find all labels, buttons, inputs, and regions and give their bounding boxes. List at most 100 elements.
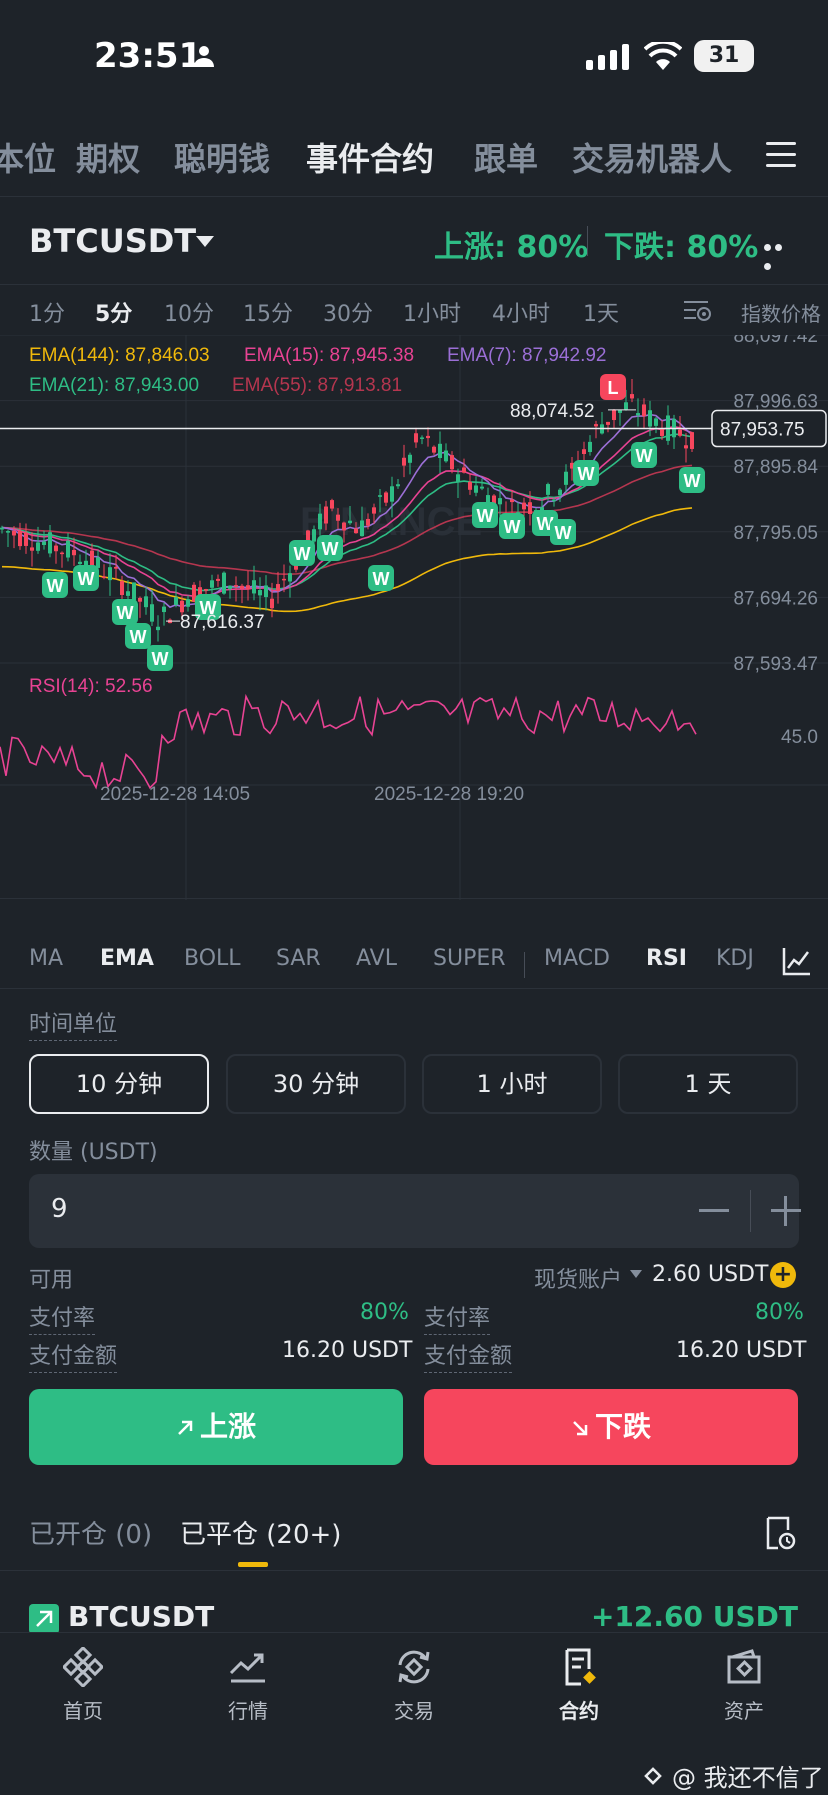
quantity-input[interactable]: 9 (29, 1174, 801, 1248)
ema-legend-label: EMA(144): 87,846.03 (29, 345, 210, 366)
bottom-nav-contracts[interactable]: 合约 (519, 1647, 639, 1724)
buy-down-button[interactable]: 下跌 (424, 1389, 798, 1465)
trade-marker-label: W (322, 539, 339, 559)
bottom-nav-assets[interactable]: 资产 (684, 1647, 804, 1724)
indicator-boll[interactable]: BOLL (184, 946, 241, 971)
candle-body (444, 450, 448, 462)
chart-labels: 87,953.75 88,097.42 87,996.63 87,895.84 87,7… (0, 335, 827, 805)
candle-body (138, 597, 142, 602)
candle-body (606, 421, 610, 425)
tab-open-positions[interactable]: 已开仓 (0) (29, 1514, 152, 1551)
candle-body (618, 410, 622, 413)
candle-body (24, 532, 28, 546)
author-watermark: @ 我还不信了 (672, 1764, 824, 1792)
trade-marker-label: W (294, 544, 311, 564)
interval-1m[interactable]: 1分 (29, 296, 65, 328)
chart-bottom-divider (0, 898, 828, 899)
trade-marker-label: W (504, 517, 521, 537)
candle-body (522, 502, 526, 510)
index-price-toggle[interactable]: 指数价格 (741, 298, 821, 327)
candle-body (624, 402, 628, 410)
tab-closed-positions[interactable]: 已平仓 (20+) (180, 1514, 341, 1551)
left-amount-label: 支付金额 (29, 1338, 118, 1373)
tab-smart-money[interactable]: 聪明钱 (174, 134, 270, 180)
trend-chart-icon (229, 1653, 265, 1683)
tab-coin-margined[interactable]: 本位 (0, 134, 56, 180)
indicator-kdj[interactable]: KDJ (716, 946, 754, 971)
quantity-value[interactable]: 9 (51, 1194, 68, 1224)
tab-options[interactable]: 期权 (76, 134, 140, 180)
candle-body (450, 455, 454, 470)
trade-marker-label: W (477, 506, 494, 526)
time-option-1h[interactable]: 1 小时 (422, 1054, 602, 1114)
tab-trading-bots[interactable]: 交易机器人 (572, 134, 732, 180)
candle-body (78, 561, 82, 565)
time-option-30m[interactable]: 30 分钟 (226, 1054, 406, 1114)
person-icon (194, 46, 214, 67)
exchange-icon (398, 1650, 430, 1684)
candle-body (48, 532, 52, 554)
candle-body (468, 481, 472, 490)
interval-1d[interactable]: 1天 (583, 296, 619, 328)
candle-body (264, 585, 268, 598)
caret-down-icon[interactable] (196, 236, 214, 247)
candle-body (330, 500, 334, 509)
tab-event-contracts[interactable]: 事件合约 (306, 134, 434, 180)
add-funds-icon[interactable]: + (770, 1262, 796, 1288)
indicator-ma[interactable]: MA (29, 946, 63, 971)
low-price-label: 87,616.37 (180, 612, 265, 633)
candle-body (252, 580, 256, 594)
price-chart[interactable]: BINANCE W WWWWWW WWWW W WWWWL 87,953.7588,09… (0, 335, 828, 900)
buy-up-button[interactable]: 上涨 (29, 1389, 403, 1465)
time-option-1d[interactable]: 1 天 (618, 1054, 798, 1114)
interval-4h[interactable]: 4小时 (492, 296, 550, 328)
interval-10m[interactable]: 10分 (164, 296, 214, 328)
bottom-nav-markets[interactable]: 行情 (188, 1647, 308, 1724)
candle-body (558, 489, 562, 496)
bottom-nav-home[interactable]: 首页 (23, 1647, 143, 1724)
indicator-rsi[interactable]: RSI (646, 946, 687, 971)
bottom-nav-trade[interactable]: 交易 (354, 1647, 474, 1724)
line-chart-icon[interactable] (782, 946, 812, 976)
indicator-super[interactable]: SUPER (433, 946, 506, 971)
trade-marker-label: W (78, 569, 95, 589)
account-caret-icon[interactable] (630, 1270, 642, 1280)
candle-body (414, 433, 418, 443)
plus-icon[interactable] (771, 1196, 801, 1226)
candle-body (528, 502, 532, 514)
account-selector[interactable]: 现货账户 (534, 1262, 622, 1294)
interval-30m[interactable]: 30分 (323, 296, 373, 328)
trade-marker-label: W (373, 569, 390, 589)
indicator-ema[interactable]: EMA (100, 946, 154, 971)
hamburger-menu-icon[interactable] (766, 142, 796, 168)
ema-legend-label: EMA(15): 87,945.38 (244, 345, 414, 366)
history-icon[interactable] (762, 1516, 796, 1550)
interval-15m[interactable]: 15分 (243, 296, 293, 328)
bottom-nav-home-label: 首页 (63, 1699, 103, 1723)
chart-settings-icon[interactable] (682, 296, 712, 324)
tab-copy-trading[interactable]: 跟单 (474, 134, 538, 180)
indicator-macd[interactable]: MACD (544, 946, 610, 971)
indicator-sar[interactable]: SAR (276, 946, 321, 971)
minus-icon[interactable] (699, 1209, 729, 1212)
down-button-label: 下跌 (594, 1410, 651, 1443)
interval-1h[interactable]: 1小时 (403, 296, 461, 328)
trade-marker-label: W (130, 627, 147, 647)
signal-icon (586, 44, 629, 70)
battery-icon: 31 (694, 40, 754, 72)
symbol-selector[interactable]: BTCUSDT (29, 222, 196, 260)
more-options-icon[interactable] (764, 236, 796, 270)
indicator-avl[interactable]: AVL (356, 946, 397, 971)
interval-5m[interactable]: 5分 (95, 296, 132, 328)
candle-body (588, 441, 592, 453)
trade-marker-label: W (152, 649, 169, 669)
trade-marker-label: W (117, 603, 134, 623)
candle-body (246, 585, 250, 590)
bottom-nav: 首页 行情 交易 合约 资产 @ 我还不信了 (0, 1632, 828, 1795)
candle-body (348, 520, 352, 524)
indicator-divider (524, 952, 525, 978)
top-nav: 本位 期权 聪明钱 事件合约 跟单 交易机器人 (0, 120, 828, 190)
time-option-10m[interactable]: 10 分钟 (29, 1054, 209, 1114)
candle-body (384, 492, 388, 503)
candle-body (324, 506, 328, 524)
